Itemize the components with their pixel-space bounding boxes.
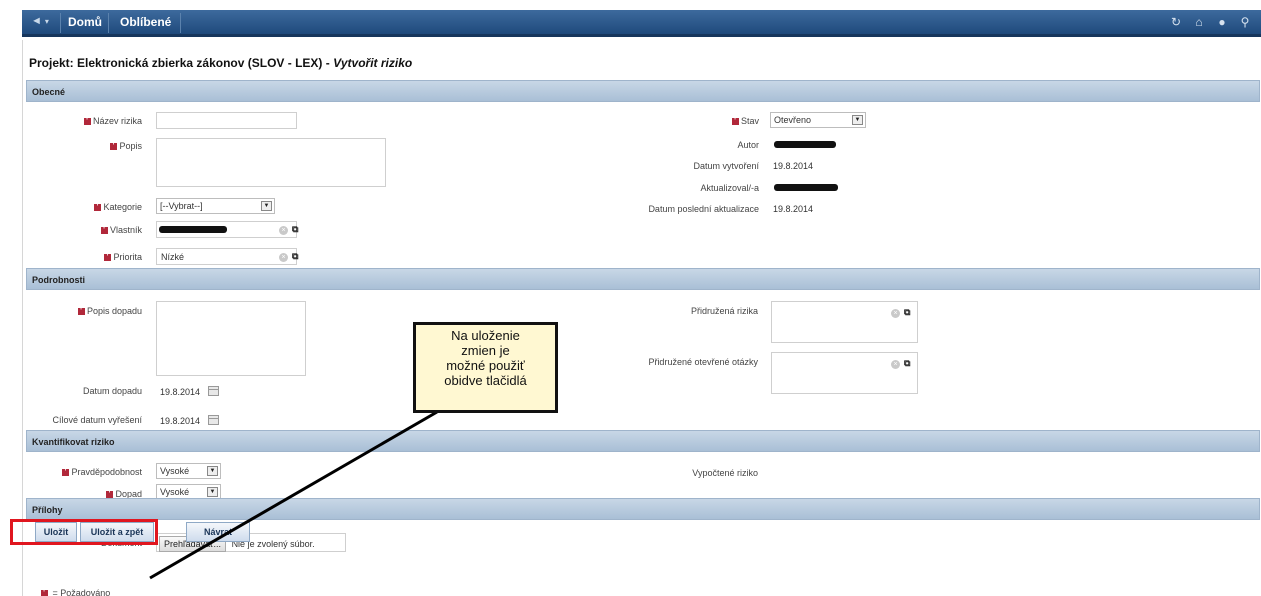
page-title: Projekt: Elektronická zbierka zákonov (S…: [29, 56, 413, 70]
highlight-box: [10, 519, 158, 545]
last-update-label: Datum poslední aktualizace: [648, 204, 759, 214]
clear-icon[interactable]: ×: [279, 226, 288, 235]
dropdown-arrow-icon: ▼: [207, 466, 218, 476]
updated-by-label: Aktualizoval/-a: [700, 183, 759, 193]
redacted-owner: [159, 226, 227, 233]
status-select[interactable]: Otevřeno ▼: [770, 112, 866, 128]
created-date-value: 19.8.2014: [773, 161, 814, 171]
assoc-questions-label: Přidružené otevřené otázky: [648, 357, 758, 367]
nav-divider: [108, 13, 109, 33]
required-icon: [104, 251, 112, 261]
required-icon: [100, 224, 108, 234]
risk-name-input[interactable]: [156, 112, 297, 129]
required-icon: [77, 305, 85, 315]
section-quantify: Kvantifikovat riziko: [26, 430, 1260, 452]
priority-actions: × ⧉: [279, 251, 298, 262]
assoc-risks-label: Přidružená rizika: [690, 306, 758, 316]
binoculars-icon[interactable]: ⧉: [292, 224, 298, 234]
section-details: Podrobnosti: [26, 268, 1260, 290]
nav-home[interactable]: Domů: [68, 15, 102, 29]
required-icon: [106, 488, 114, 498]
computed-risk-label: Vypočtené riziko: [692, 468, 758, 478]
top-nav-bar: ◄ ▾ Domů Oblíbené ↻ ⌂ ● ⚲: [22, 10, 1261, 37]
required-icon: [62, 466, 70, 476]
section-attachments: Přílohy: [26, 498, 1260, 520]
owner-label: Vlastník: [100, 224, 142, 235]
back-arrow-icon: ◄: [31, 15, 42, 27]
back-button[interactable]: ◄ ▾: [31, 15, 49, 27]
nav-divider: [60, 13, 61, 33]
created-date-label: Datum vytvoření: [693, 161, 759, 171]
home-icon[interactable]: ⌂: [1193, 15, 1205, 29]
calendar-icon[interactable]: [208, 415, 219, 425]
impact-desc-label: Popis dopadu: [77, 305, 142, 316]
nav-divider: [180, 13, 181, 33]
top-icons: ↻ ⌂ ● ⚲: [1170, 15, 1251, 29]
dropdown-arrow-icon: ▼: [261, 201, 272, 211]
required-legend: = Požadováno: [41, 587, 110, 596]
nav-favorites[interactable]: Oblíbené: [120, 15, 171, 29]
category-label: Kategorie: [94, 201, 142, 212]
required-icon: [83, 115, 91, 125]
probability-label: Pravděpodobnost: [62, 466, 142, 477]
last-update-value: 19.8.2014: [773, 204, 814, 214]
category-select[interactable]: [--Vybrat--] ▼: [156, 198, 275, 214]
required-icon: [731, 115, 739, 125]
page-content: Projekt: Elektronická zbierka zákonov (S…: [22, 40, 1261, 596]
calendar-icon[interactable]: [208, 386, 219, 396]
dropdown-arrow-icon: ▼: [852, 115, 863, 125]
priority-input[interactable]: Nízké: [156, 248, 297, 265]
clear-icon[interactable]: ×: [279, 253, 288, 262]
clear-icon[interactable]: ×: [891, 309, 900, 318]
target-date-value[interactable]: 19.8.2014: [160, 416, 200, 426]
target-date-label: Cílové datum vyřešení: [52, 415, 142, 425]
search-icon[interactable]: ⚲: [1239, 15, 1251, 29]
risk-name-label: Název rizika: [83, 115, 142, 126]
refresh-icon[interactable]: ↻: [1170, 15, 1182, 29]
owner-actions: × ⧉: [279, 224, 298, 235]
redacted-author: [774, 141, 836, 148]
required-icon: [94, 201, 102, 211]
assoc-questions-actions: × ⧉: [891, 358, 910, 369]
binoculars-icon[interactable]: ⧉: [904, 358, 910, 368]
description-textarea[interactable]: [156, 138, 386, 187]
binoculars-icon[interactable]: ⧉: [292, 251, 298, 261]
probability-select[interactable]: Vysoké ▼: [156, 463, 221, 479]
redacted-updated-by: [774, 184, 838, 191]
binoculars-icon[interactable]: ⧉: [904, 307, 910, 317]
priority-label: Priorita: [104, 251, 142, 262]
status-label: Stav: [731, 115, 759, 126]
impact-desc-textarea[interactable]: [156, 301, 306, 376]
required-icon: [41, 587, 48, 596]
help-icon[interactable]: ●: [1216, 15, 1228, 29]
author-label: Autor: [737, 140, 759, 150]
impact-date-label: Datum dopadu: [82, 386, 142, 396]
required-icon: [110, 140, 118, 150]
chevron-down-icon: ▾: [44, 17, 49, 26]
section-general: Obecné: [26, 80, 1260, 102]
assoc-risks-actions: × ⧉: [891, 307, 910, 318]
description-label: Popis: [110, 140, 142, 151]
dropdown-arrow-icon: ▼: [207, 487, 218, 497]
clear-icon[interactable]: ×: [891, 360, 900, 369]
annotation-callout: Na uloženie zmien je možné použiť obidve…: [413, 322, 558, 413]
file-input[interactable]: Prehľadávať... Nie je zvolený súbor.: [156, 533, 346, 552]
impact-date-value[interactable]: 19.8.2014: [160, 387, 200, 397]
return-button[interactable]: Návrat: [186, 522, 250, 542]
